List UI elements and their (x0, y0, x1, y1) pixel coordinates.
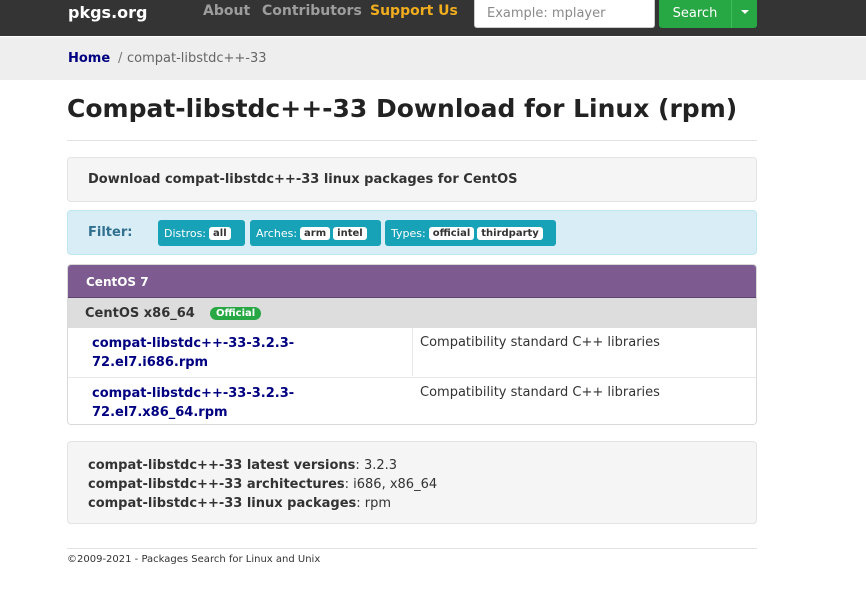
nav-link-support-us[interactable]: Support Us (370, 3, 458, 19)
breadcrumb: Home / compat-libstdc++-33 (0, 37, 866, 80)
official-badge: Official (210, 307, 262, 320)
search-button[interactable]: Search (659, 0, 731, 28)
nav-link-contributors[interactable]: Contributors (262, 3, 362, 19)
filter-chip-arm[interactable]: arm (300, 226, 331, 240)
table-row: compat-libstdc++-33-3.2.3- 72.el7.i686.r… (68, 328, 756, 376)
summary-label: compat-libstdc++-33 linux packages (88, 496, 357, 511)
package-link-line1[interactable]: compat-libstdc++-33-3.2.3- (92, 384, 352, 403)
distro-panel-centos-7: CentOS 7 CentOS x86_64 Official compat-l… (67, 264, 757, 425)
footer-copyright: ©2009-2021 - Packages Search for Linux a… (67, 554, 321, 565)
title-divider (67, 140, 757, 141)
summary-value: 3.2.3 (363, 458, 398, 473)
package-link[interactable]: compat-libstdc++-33-3.2.3- 72.el7.i686.r… (92, 334, 352, 372)
summary-architectures: compat-libstdc++-33 architectures: i686,… (88, 477, 438, 492)
package-description: Compatibility standard C++ libraries (420, 335, 660, 350)
breadcrumb-separator: / (118, 51, 123, 66)
nav-link-about[interactable]: About (203, 3, 250, 19)
filter-chip-thirdparty[interactable]: thirdparty (477, 226, 543, 240)
intro-box: Download compat-libstdc++-33 linux packa… (67, 157, 757, 202)
package-link[interactable]: compat-libstdc++-33-3.2.3- 72.el7.x86_64… (92, 384, 352, 422)
repo-subheader: CentOS x86_64 Official (68, 298, 756, 328)
package-description: Compatibility standard C++ libraries (420, 385, 660, 400)
summary-label: compat-libstdc++-33 latest versions (88, 458, 356, 473)
breadcrumb-home-link[interactable]: Home (68, 51, 110, 66)
filter-bar: Filter: Distros: all Arches: arm intel T… (67, 210, 757, 255)
summary-linux-packages: compat-libstdc++-33 linux packages: rpm (88, 496, 392, 511)
filter-types-label: Types: (391, 226, 426, 240)
search-options-caret-icon[interactable] (731, 0, 757, 28)
filter-arches-label: Arches: (256, 226, 298, 240)
top-navbar: pkgs.org About Contributors Support Us S… (0, 0, 866, 36)
package-link-line1[interactable]: compat-libstdc++-33-3.2.3- (92, 334, 352, 353)
panel-header: CentOS 7 (68, 265, 756, 298)
filter-chip-all[interactable]: all (209, 226, 231, 240)
brand-logo-link[interactable]: pkgs.org (68, 3, 147, 22)
summary-value: rpm (364, 496, 392, 511)
page-title: Compat-libstdc++-33 Download for Linux (… (67, 94, 738, 123)
filter-distros-label: Distros: (164, 226, 207, 240)
filter-chip-intel[interactable]: intel (333, 226, 367, 240)
panel-title: CentOS 7 (86, 275, 149, 289)
cell-divider (412, 328, 413, 376)
filter-chip-official[interactable]: official (428, 226, 475, 240)
search-input[interactable] (474, 0, 655, 28)
filter-label: Filter: (88, 225, 133, 240)
intro-text: Download compat-libstdc++-33 linux packa… (88, 172, 518, 187)
summary-value: i686, x86_64 (353, 477, 438, 492)
repo-title: CentOS x86_64 (85, 306, 195, 321)
footer-divider (67, 548, 757, 549)
summary-box: compat-libstdc++-33 latest versions: 3.2… (67, 441, 757, 524)
summary-latest-versions: compat-libstdc++-33 latest versions: 3.2… (88, 458, 398, 473)
package-link-line2[interactable]: 72.el7.i686.rpm (92, 353, 352, 372)
summary-label: compat-libstdc++-33 architectures (88, 477, 345, 492)
filter-arches[interactable]: Arches: arm intel (250, 220, 381, 246)
filter-types[interactable]: Types: official thirdparty (385, 220, 556, 246)
package-link-line2[interactable]: 72.el7.x86_64.rpm (92, 403, 352, 422)
breadcrumb-current: compat-libstdc++-33 (127, 51, 267, 66)
table-row: compat-libstdc++-33-3.2.3- 72.el7.x86_64… (68, 377, 756, 424)
filter-distros[interactable]: Distros: all (158, 220, 245, 246)
